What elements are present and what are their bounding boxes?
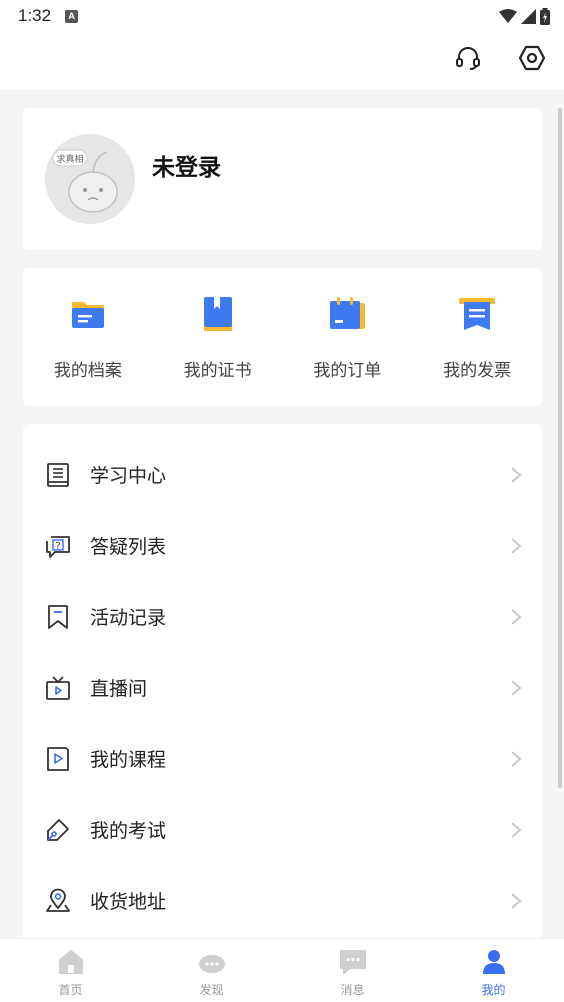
menu-label: 学习中心: [90, 465, 167, 487]
wifi-icon: [499, 9, 517, 23]
book-icon: [203, 297, 232, 331]
quick-actions: 我的档案 我的证书 我的订单 我的发票: [23, 268, 542, 406]
tab-label: 首页: [58, 983, 83, 997]
menu-item-shipping-address[interactable]: 收货地址: [23, 865, 542, 936]
message-icon: [339, 950, 366, 974]
menu-item-qa-list[interactable]: ? 答疑列表: [23, 510, 542, 581]
tab-label: 我的: [481, 983, 506, 997]
bottom-tab-bar: 首页 发现 消息 我的: [0, 938, 564, 1002]
settings-icon[interactable]: [518, 44, 546, 72]
menu-label: 我的课程: [90, 749, 167, 771]
quick-my-invoices[interactable]: 我的发票: [412, 268, 542, 406]
menu-label: 直播间: [90, 678, 148, 700]
quick-label: 我的证书: [183, 361, 252, 381]
chevron-right-icon: [511, 892, 522, 909]
menu-label: 我的考试: [90, 820, 167, 842]
svg-text:?: ?: [55, 541, 60, 552]
menu-label: 活动记录: [90, 607, 167, 629]
discover-icon: [198, 955, 225, 973]
menu-list: 学习中心 ? 答疑列表 活动记录 直播间 我的课程 我的考试 收货地址: [23, 424, 542, 964]
menu-item-my-exams[interactable]: 我的考试: [23, 794, 542, 865]
status-time: 1:32: [18, 6, 52, 25]
menu-item-live-room[interactable]: 直播间: [23, 652, 542, 723]
chevron-right-icon: [511, 608, 522, 625]
scrollbar[interactable]: [558, 108, 562, 788]
signal-icon: [521, 8, 536, 24]
quick-label: 我的发票: [443, 361, 512, 381]
tab-home[interactable]: 首页: [0, 939, 141, 1002]
header-actions: [454, 44, 546, 72]
status-bar: 1:32 A: [0, 0, 564, 32]
location-icon: [46, 888, 70, 912]
profile-card[interactable]: 求真相 未登录: [23, 108, 542, 250]
quick-label: 我的订单: [313, 361, 382, 381]
menu-label: 收货地址: [90, 891, 167, 913]
battery-icon: [540, 7, 550, 25]
menu-label: 答疑列表: [90, 536, 167, 558]
chevron-right-icon: [511, 821, 522, 838]
quick-my-archives[interactable]: 我的档案: [23, 268, 153, 406]
study-icon: [47, 462, 69, 487]
chevron-right-icon: [511, 750, 522, 767]
notification-icon: A: [65, 9, 79, 23]
user-icon: [482, 950, 505, 974]
avatar-image: 求真相: [45, 134, 135, 224]
avatar-badge: 求真相: [56, 153, 83, 165]
quick-my-orders[interactable]: 我的订单: [283, 268, 413, 406]
tab-label: 发现: [199, 983, 224, 997]
home-icon: [58, 950, 83, 974]
chevron-right-icon: [511, 466, 522, 483]
folder-icon: [71, 302, 104, 328]
menu-item-my-courses[interactable]: 我的课程: [23, 723, 542, 794]
menu-item-study-center[interactable]: 学习中心: [23, 439, 542, 510]
receipt-icon: [459, 298, 496, 330]
headset-icon[interactable]: [454, 44, 482, 72]
avatar[interactable]: 求真相: [45, 134, 135, 224]
bookmark-icon: [48, 604, 68, 629]
tab-discover[interactable]: 发现: [141, 939, 282, 1002]
pen-icon: [47, 818, 69, 841]
top-header: 1:32 A: [0, 0, 564, 90]
tab-mine[interactable]: 我的: [423, 939, 564, 1002]
status-indicators: [499, 7, 550, 25]
tv-icon: [46, 675, 70, 700]
chevron-right-icon: [511, 679, 522, 696]
question-chat-icon: ?: [46, 535, 70, 558]
tab-messages[interactable]: 消息: [282, 939, 423, 1002]
tab-label: 消息: [340, 983, 365, 997]
chevron-right-icon: [511, 537, 522, 554]
course-play-icon: [47, 746, 69, 771]
calendar-icon: [330, 297, 366, 329]
quick-label: 我的档案: [53, 361, 122, 381]
login-status[interactable]: 未登录: [152, 148, 221, 182]
quick-my-certificates[interactable]: 我的证书: [153, 268, 283, 406]
menu-item-activity-records[interactable]: 活动记录: [23, 581, 542, 652]
